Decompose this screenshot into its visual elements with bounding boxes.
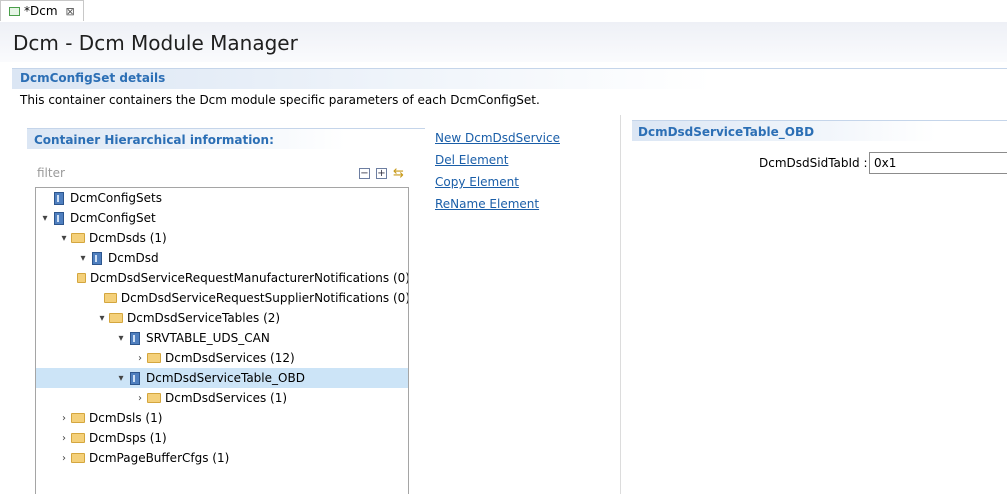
chevron-down-icon[interactable]: ▾	[95, 308, 109, 328]
tree-node[interactable]: ▾ DcmConfigSet	[36, 208, 408, 228]
page-header: Dcm - Dcm Module Manager	[0, 22, 1007, 62]
tree-node[interactable]: DcmDsdServiceRequestManufacturerNotifica…	[36, 268, 409, 288]
tree-node[interactable]: ▾ DcmDsds (1)	[36, 228, 408, 248]
new-service-link[interactable]: New DcmDsdService	[435, 131, 560, 145]
folder-icon	[71, 433, 85, 443]
tree-node-label: SRVTABLE_UDS_CAN	[146, 331, 270, 345]
tree-node-label: DcmDsps (1)	[89, 431, 167, 445]
tree-node-label: DcmDsds (1)	[89, 231, 167, 245]
chevron-right-icon[interactable]: ›	[57, 448, 71, 468]
tree-node-label: DcmConfigSet	[70, 211, 156, 225]
editor-tab-bar: *Dcm ⊠	[0, 0, 1007, 23]
container-icon	[130, 371, 140, 385]
tree-node[interactable]: › DcmDsdServices (12)	[36, 348, 408, 368]
chevron-down-icon[interactable]: ▾	[114, 328, 128, 348]
section-title[interactable]: DcmConfigSet details	[20, 71, 165, 85]
page-title: Dcm - Dcm Module Manager	[13, 31, 298, 55]
folder-icon	[147, 353, 161, 363]
tree-node[interactable]: ▾ DcmDsdServiceTables (2)	[36, 308, 408, 328]
folder-icon	[103, 293, 117, 303]
folder-icon	[147, 393, 161, 403]
chevron-down-icon[interactable]: ▾	[38, 208, 52, 228]
tree-node[interactable]: DcmDsdServiceRequestSupplierNotification…	[36, 288, 409, 308]
expand-all-icon[interactable]: +	[376, 168, 387, 179]
copy-element-link[interactable]: Copy Element	[435, 175, 519, 189]
tree-node-label: DcmDsdServiceTables (2)	[127, 311, 281, 325]
tree-node[interactable]: ▾ SRVTABLE_UDS_CAN	[36, 328, 408, 348]
tree-node-label: DcmDsdServices (12)	[165, 351, 295, 365]
chevron-down-icon[interactable]: ▾	[114, 368, 128, 388]
folder-icon	[77, 273, 86, 283]
container-icon	[54, 211, 64, 225]
container-icon	[92, 251, 102, 265]
module-icon	[9, 6, 20, 16]
link-editor-icon[interactable]: ⇆	[393, 166, 404, 181]
tree-node[interactable]: › DcmDsps (1)	[36, 428, 408, 448]
close-icon[interactable]: ⊠	[66, 5, 75, 18]
hierarchy-tree[interactable]: DcmConfigSets ▾ DcmConfigSet ▾ DcmDsds (1) ▾ D…	[35, 187, 409, 494]
tree-node-label: DcmDsls (1)	[89, 411, 163, 425]
tree-node[interactable]: › DcmDsls (1)	[36, 408, 408, 428]
tree-node[interactable]: ▾ DcmDsd	[36, 248, 408, 268]
tree-node-label: DcmDsdServiceTable_OBD	[146, 371, 305, 385]
chevron-right-icon[interactable]: ›	[133, 388, 147, 408]
tree-node-label: DcmConfigSets	[70, 191, 162, 205]
hierarchy-title: Container Hierarchical information:	[34, 133, 274, 147]
folder-icon	[71, 233, 85, 243]
tree-node-label: DcmDsdServiceRequestSupplierNotification…	[120, 291, 409, 305]
delete-element-link[interactable]: Del Element	[435, 153, 508, 167]
tree-node[interactable]: › DcmPageBufferCfgs (1)	[36, 448, 408, 468]
editor-tab-dcm[interactable]: *Dcm ⊠	[0, 0, 84, 21]
details-title: DcmDsdServiceTable_OBD	[638, 125, 815, 139]
sid-tab-id-label: DcmDsdSidTabId :	[759, 156, 868, 170]
chevron-right-icon[interactable]: ›	[57, 408, 71, 428]
folder-icon	[109, 313, 123, 323]
collapse-all-icon[interactable]: −	[359, 168, 370, 179]
container-icon	[54, 191, 64, 205]
chevron-right-icon[interactable]: ›	[133, 348, 147, 368]
folder-icon	[71, 413, 85, 423]
tab-label: *Dcm	[24, 4, 58, 18]
chevron-down-icon[interactable]: ▾	[76, 248, 90, 268]
chevron-right-icon[interactable]: ›	[57, 428, 71, 448]
panel-divider	[620, 115, 621, 494]
tree-node[interactable]: DcmConfigSets	[36, 188, 408, 208]
tree-node-label: DcmPageBufferCfgs (1)	[89, 451, 230, 465]
sid-tab-id-input[interactable]	[869, 152, 1007, 174]
tree-node[interactable]: › DcmDsdServices (1)	[36, 388, 408, 408]
chevron-down-icon[interactable]: ▾	[57, 228, 71, 248]
folder-icon	[71, 453, 85, 463]
tree-node-label: DcmDsd	[108, 251, 159, 265]
tree-node-label: DcmDsdServiceRequestManufacturerNotifica…	[89, 271, 409, 285]
filter-input[interactable]: filter	[37, 166, 65, 180]
rename-element-link[interactable]: ReName Element	[435, 197, 539, 211]
container-icon	[130, 331, 140, 345]
tree-node-label: DcmDsdServices (1)	[165, 391, 288, 405]
tree-node[interactable]: ▾ DcmDsdServiceTable_OBD	[36, 368, 408, 388]
section-description: This container containers the Dcm module…	[20, 93, 540, 107]
